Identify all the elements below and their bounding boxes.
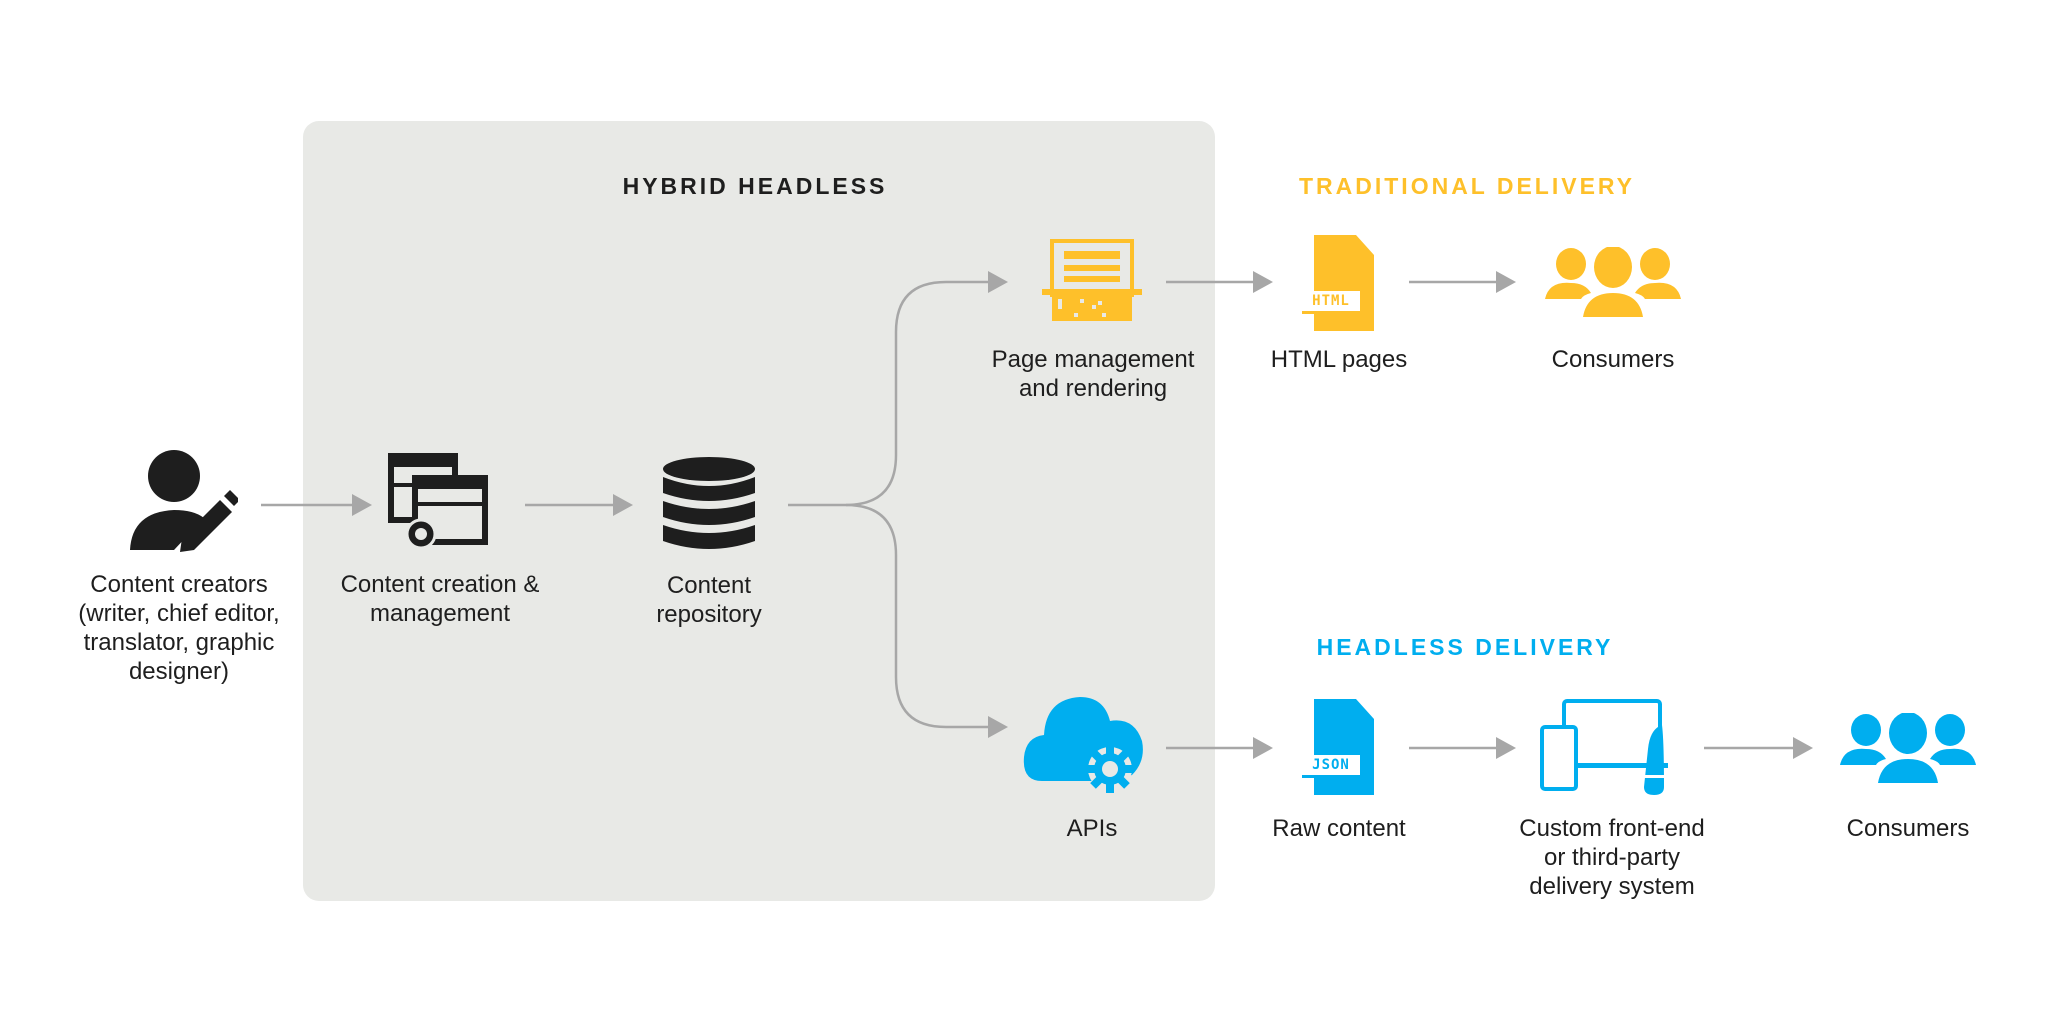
database-icon xyxy=(663,457,755,549)
html-pages-label: HTML pages xyxy=(1270,346,1408,373)
devices-icon xyxy=(1540,699,1668,795)
raw-content-label: Raw content xyxy=(1272,815,1406,842)
arrowhead xyxy=(1496,271,1516,293)
arrowhead xyxy=(613,494,633,516)
html-file-icon: HTML xyxy=(1294,233,1384,333)
delivery-system-label: Custom front-end or third-party delivery… xyxy=(1519,814,1704,901)
label-line: management xyxy=(369,600,511,627)
arrowhead xyxy=(1253,737,1273,759)
branch-to-page-management xyxy=(788,280,990,507)
page-management-label: Page management and rendering xyxy=(992,345,1195,403)
label-line: (writer, chief editor, xyxy=(78,600,280,627)
label-line: repository xyxy=(656,601,762,628)
label-line: translator, graphic xyxy=(83,629,275,656)
arrowhead xyxy=(988,716,1008,738)
label-line: Content creation & xyxy=(340,571,540,598)
creation-label: Content creation & management xyxy=(341,570,540,628)
arrowhead xyxy=(1793,737,1813,759)
label-line: designer) xyxy=(128,658,230,685)
label-line: Page management xyxy=(991,346,1195,373)
apis-label: APIs xyxy=(1066,815,1118,842)
arrowhead xyxy=(1253,271,1273,293)
connector-arrows xyxy=(261,271,1813,759)
users-icon xyxy=(1840,713,1976,783)
cloud-gear-icon xyxy=(1023,697,1143,793)
consumers-headless-label: Consumers xyxy=(1846,815,1970,842)
branch-to-apis xyxy=(845,503,990,729)
arrowhead xyxy=(352,494,372,516)
json-file-icon: JSON xyxy=(1294,697,1384,797)
repository-label: Content repository xyxy=(656,571,761,629)
arrowhead xyxy=(988,271,1008,293)
label-line: or third-party xyxy=(1543,844,1681,871)
users-icon xyxy=(1545,247,1681,317)
html-badge: HTML xyxy=(1312,293,1350,309)
label-line: Custom front-end xyxy=(1519,815,1705,842)
json-badge: JSON xyxy=(1312,757,1350,773)
label-line: delivery system xyxy=(1529,873,1695,900)
creators-label: Content creators (writer, chief editor, … xyxy=(78,570,279,686)
label-line: Content creators xyxy=(90,571,268,598)
person-pencil-icon xyxy=(130,450,238,552)
label-line: and rendering xyxy=(1018,375,1168,402)
arrowhead xyxy=(1496,737,1516,759)
consumers-traditional-label: Consumers xyxy=(1551,346,1675,373)
windows-gear-icon xyxy=(388,453,488,550)
page-rendering-icon xyxy=(1042,239,1142,321)
label-line: Content xyxy=(666,572,752,599)
